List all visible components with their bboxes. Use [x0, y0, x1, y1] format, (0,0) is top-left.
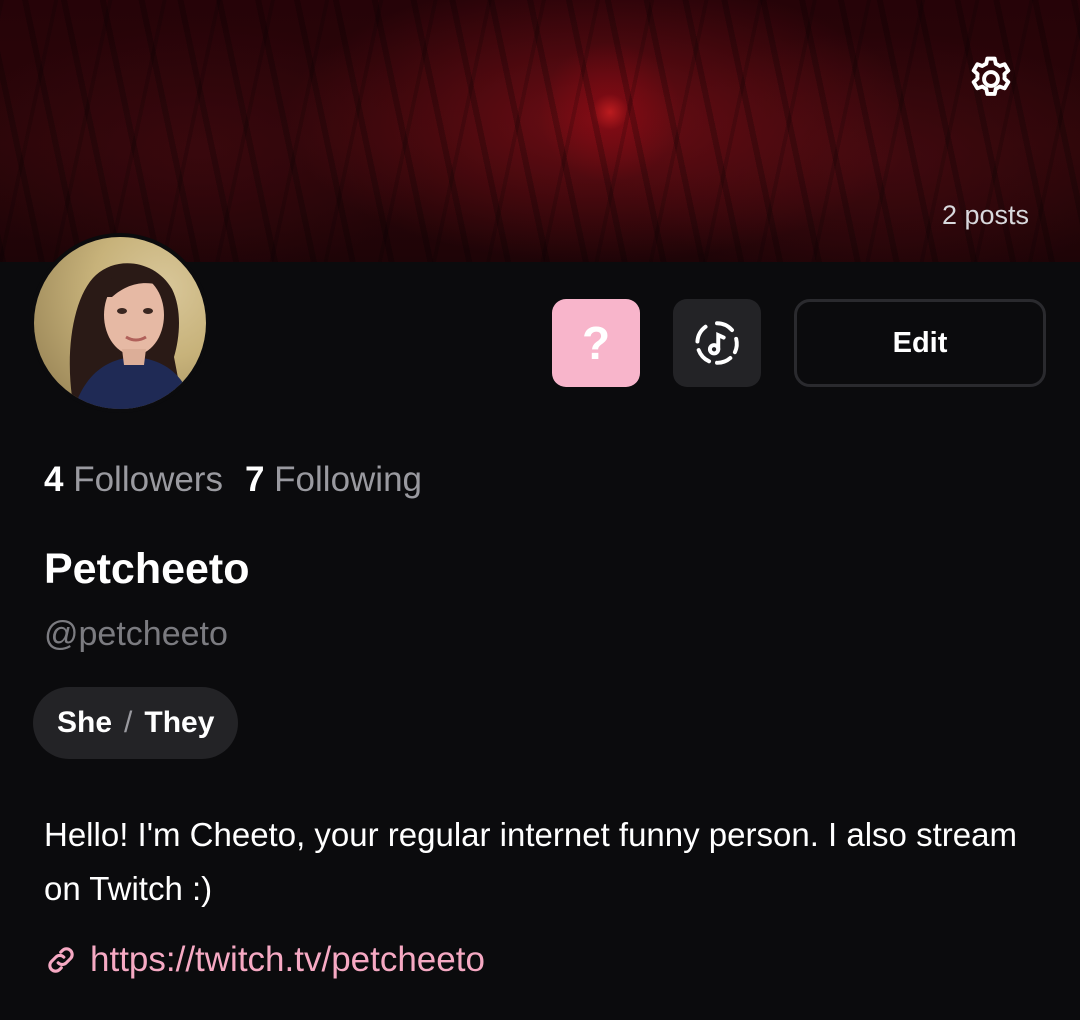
- avatar[interactable]: [30, 233, 210, 413]
- profile-bio: Hello! I'm Cheeto, your regular internet…: [44, 816, 1017, 907]
- user-handle: @petcheeto: [44, 615, 228, 653]
- followers-stat[interactable]: 4 Followers: [44, 460, 223, 500]
- profile-link[interactable]: https://twitch.tv/petcheeto: [44, 940, 485, 980]
- settings-button[interactable]: [962, 50, 1020, 108]
- pronoun-second: They: [144, 706, 215, 739]
- avatar-portrait: [69, 263, 194, 409]
- profile-link-text: https://twitch.tv/petcheeto: [90, 940, 485, 979]
- pronoun-first: She: [57, 706, 113, 739]
- avatar-image: [34, 237, 206, 409]
- followers-count: 4: [44, 460, 64, 499]
- following-count: 7: [244, 460, 265, 499]
- music-button[interactable]: [673, 299, 761, 387]
- edit-profile-button[interactable]: Edit: [794, 299, 1046, 387]
- display-name: Petcheeto: [44, 545, 250, 593]
- music-disc-icon: [695, 321, 739, 365]
- question-mark-label: ?: [581, 317, 611, 369]
- link-icon: [48, 947, 74, 973]
- profile-screen: 2 posts ? Edit 4 Followers 7 Following P…: [0, 0, 1080, 1020]
- profile-banner: [0, 0, 1080, 262]
- follow-stats: 4 Followers 7 Following: [44, 460, 422, 500]
- pronouns-badge: She / They: [33, 687, 239, 759]
- following-label: Following: [274, 460, 423, 499]
- following-stat[interactable]: 7 Following: [245, 460, 422, 500]
- followers-label: Followers: [73, 460, 223, 499]
- gear-icon: [971, 56, 1011, 96]
- pronoun-separator: /: [124, 706, 133, 739]
- question-button[interactable]: ?: [552, 299, 640, 387]
- posts-count: 2 posts: [941, 200, 1029, 230]
